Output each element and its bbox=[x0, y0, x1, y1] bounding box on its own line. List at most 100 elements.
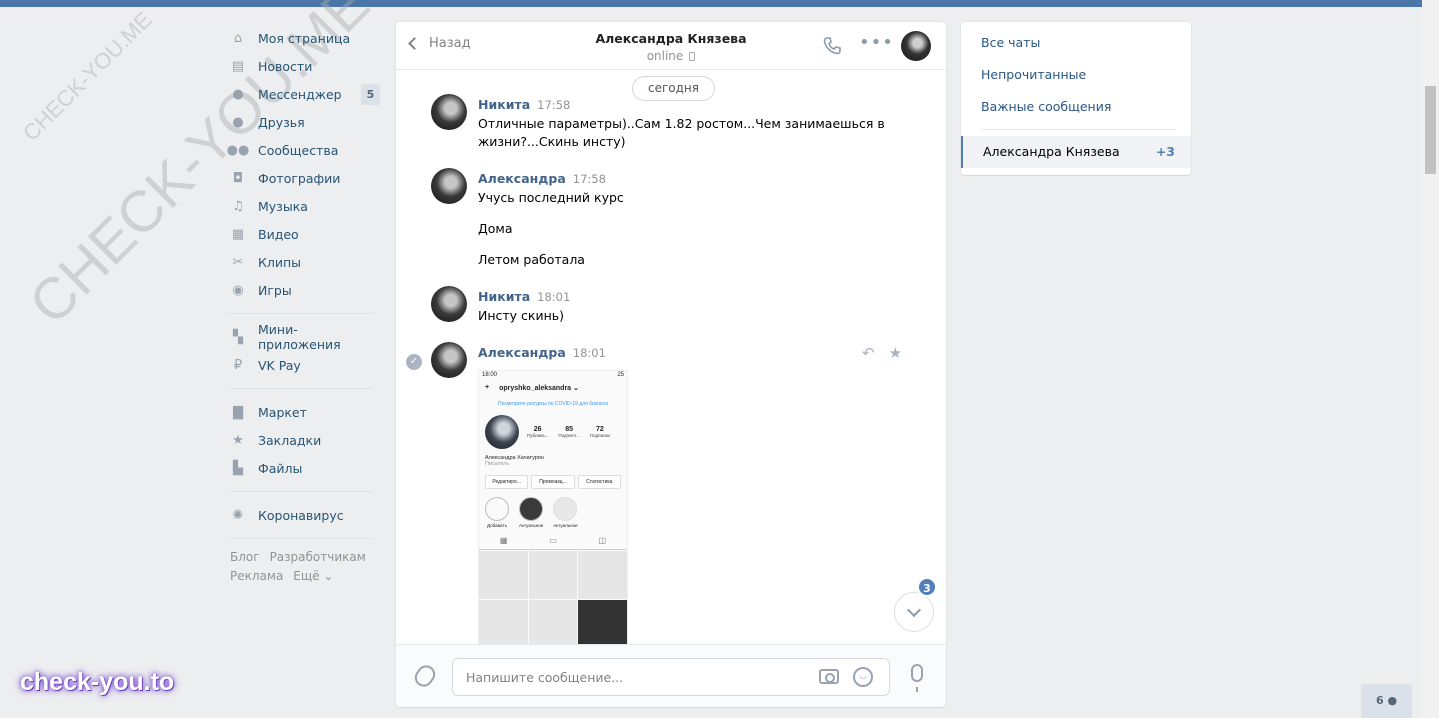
photo-attachment[interactable]: 18:00 25 + opryshko_aleksandra ⌄ Посмотрит… bbox=[478, 370, 628, 644]
sidebar-item-label: Видео bbox=[258, 226, 299, 242]
sidebar-item-music[interactable]: ♫ Музыка bbox=[230, 192, 380, 220]
sidebar-item-photos[interactable]: ◘ Фотографии bbox=[230, 164, 380, 192]
avatar[interactable] bbox=[431, 286, 467, 322]
unread-count-badge: 3 bbox=[917, 577, 937, 597]
selected-check-icon[interactable]: ✓ bbox=[406, 354, 422, 370]
sidebar-item-communities[interactable]: ●● Сообщества bbox=[227, 136, 380, 164]
scrollbar-thumb[interactable] bbox=[1425, 86, 1436, 174]
sidebar-item-friends[interactable]: ● Друзья bbox=[230, 108, 380, 136]
emoji-icon[interactable]: ◡ bbox=[853, 667, 873, 687]
scroll-to-bottom-button[interactable]: 3 bbox=[894, 577, 937, 632]
sidebar-item-label: Маркет bbox=[258, 404, 307, 420]
nav-group-apps: ▚ Мини-приложения ₽ VK Pay bbox=[230, 322, 380, 379]
sidebar-item-label: Новости bbox=[258, 58, 313, 74]
brand-watermark: check-you.to bbox=[20, 668, 175, 696]
peer-avatar[interactable] bbox=[901, 31, 931, 61]
sidebar-item-label: Друзья bbox=[258, 114, 305, 130]
attachment-covid-banner: Посмотрите ресурсы по COVID-19 для бизне… bbox=[497, 401, 609, 407]
bookmarks-icon: ★ bbox=[232, 432, 244, 448]
person-icon: ● bbox=[1387, 694, 1398, 707]
online-friends-count: 6 bbox=[1375, 694, 1384, 707]
attach-icon[interactable] bbox=[411, 661, 439, 691]
sidebar-item-bookmarks[interactable]: ★ Закладки bbox=[230, 426, 380, 454]
sidebar-item-label: Мини-приложения bbox=[258, 322, 341, 352]
message-line: Учусь последний курс bbox=[478, 190, 624, 205]
sidebar-item-label: Игры bbox=[258, 282, 292, 298]
reply-icon[interactable]: ↶ bbox=[862, 344, 875, 362]
sidebar-item-messenger[interactable]: ● Мессенджер 5 bbox=[230, 80, 380, 108]
mobile-icon bbox=[689, 52, 696, 61]
sidebar-item-coronavirus[interactable]: ✺ Коронавирус bbox=[230, 501, 380, 529]
music-icon: ♫ bbox=[232, 198, 244, 214]
filter-unread[interactable]: Непрочитанные bbox=[961, 59, 1191, 91]
sidebar-item-home[interactable]: ⌂ Моя страница bbox=[230, 24, 380, 52]
messenger-icon: ● bbox=[232, 86, 244, 102]
more-actions-button[interactable]: ••• bbox=[859, 32, 894, 53]
message-line: Дома bbox=[478, 221, 513, 236]
footer-link-developers[interactable]: Разработчикам bbox=[270, 550, 366, 564]
message-author[interactable]: Александра 17:58 bbox=[478, 171, 606, 186]
online-friends-button[interactable]: 6 ● bbox=[1361, 684, 1412, 718]
news-icon: ▤ bbox=[231, 58, 245, 74]
sidebar-item-clips[interactable]: ✂ Клипы bbox=[230, 248, 380, 276]
message-text: Отличные параметры)..Сам 1.82 ростом...Ч… bbox=[478, 116, 885, 149]
vk-pay-icon: ₽ bbox=[233, 357, 243, 373]
sidebar-item-label: Клипы bbox=[258, 254, 302, 270]
camera-icon[interactable] bbox=[819, 669, 839, 684]
nav-group-covid: ✺ Коронавирус bbox=[230, 501, 380, 529]
mini-apps-icon: ▚ bbox=[233, 329, 243, 345]
message-time: 17:58 bbox=[572, 172, 606, 186]
peer-status-text: online bbox=[646, 49, 684, 63]
attachment-highlights: Добавить Актуальное Актуальное bbox=[479, 493, 627, 532]
sidebar-item-mini-apps[interactable]: ▚ Мини-приложения bbox=[230, 322, 380, 352]
sidebar-item-files[interactable]: ▙ Файлы bbox=[230, 454, 380, 482]
date-separator: сегодня bbox=[632, 76, 715, 101]
active-chat-item[interactable]: Александра Князева +3 bbox=[961, 136, 1191, 168]
filter-all-chats[interactable]: Все чаты bbox=[961, 27, 1191, 59]
nav-divider bbox=[230, 313, 373, 314]
page-scrollbar[interactable] bbox=[1422, 0, 1439, 718]
video-icon: ▦ bbox=[231, 226, 245, 242]
nav-divider bbox=[230, 538, 373, 539]
sidebar-item-news[interactable]: ▤ Новости bbox=[230, 52, 380, 80]
star-icon[interactable]: ★ bbox=[889, 344, 902, 362]
sidebar-item-badge: 5 bbox=[361, 83, 380, 105]
attachment-bio: Александра Хачатурян Писатель bbox=[485, 455, 544, 467]
filter-important[interactable]: Важные сообщения bbox=[961, 91, 1191, 123]
call-button[interactable] bbox=[822, 36, 842, 60]
message-line: Летом работала bbox=[478, 252, 585, 267]
attachment-status-bar: 18:00 25 bbox=[482, 372, 624, 378]
sidebar-item-label: Моя страница bbox=[258, 30, 351, 46]
footer-link-blog[interactable]: Блог bbox=[230, 550, 260, 564]
attachment-buttons: Редактиро... Промоакц... Статистика bbox=[479, 469, 627, 493]
sidebar-item-games[interactable]: ◉ Игры bbox=[230, 276, 380, 304]
footer-link-ads[interactable]: Реклама bbox=[230, 569, 283, 583]
sidebar-item-label: Фотографии bbox=[258, 170, 341, 186]
attachment-username: + opryshko_aleksandra ⌄ bbox=[485, 384, 579, 392]
sidebar-item-label: VK Pay bbox=[258, 357, 301, 373]
footer-link-more[interactable]: Ещё ⌄ bbox=[293, 569, 333, 583]
top-header-bar bbox=[0, 0, 1422, 7]
message-time: 18:01 bbox=[572, 346, 606, 360]
sidebar-item-video[interactable]: ▦ Видео bbox=[230, 220, 380, 248]
chat-header: Назад Александра Князева online ••• bbox=[396, 22, 946, 70]
phone-icon bbox=[823, 37, 841, 55]
attachment-profile: 26 Публика... 85 Подписч... 72 Подписки bbox=[479, 411, 627, 453]
avatar[interactable] bbox=[431, 342, 467, 378]
chevron-down-icon bbox=[906, 602, 922, 618]
microphone-icon[interactable] bbox=[911, 664, 923, 692]
message-history[interactable]: сегодня Никита 17:58 Отличные параметры).… bbox=[396, 70, 946, 644]
message-actions: ↶ ★ bbox=[862, 344, 902, 362]
sidebar-item-market[interactable]: ▇ Маркет bbox=[230, 398, 380, 426]
avatar[interactable] bbox=[431, 94, 467, 130]
sidebar-item-label: Файлы bbox=[258, 460, 303, 476]
sidebar-item-label: Закладки bbox=[258, 432, 322, 448]
message-author[interactable]: Александра 18:01 bbox=[478, 345, 606, 360]
sidebar-item-label: Коронавирус bbox=[258, 507, 344, 523]
sidebar-item-vk-pay[interactable]: ₽ VK Pay bbox=[230, 351, 380, 379]
nav-group-main: ⌂ Моя страница ▤ Новости ● Мессенджер 5 ● Друзья… bbox=[227, 24, 380, 304]
message-author[interactable]: Никита 18:01 bbox=[478, 289, 570, 304]
avatar[interactable] bbox=[431, 168, 467, 204]
sidebar-item-label: Сообщества bbox=[258, 142, 339, 158]
message-author[interactable]: Никита 17:58 bbox=[478, 97, 570, 112]
